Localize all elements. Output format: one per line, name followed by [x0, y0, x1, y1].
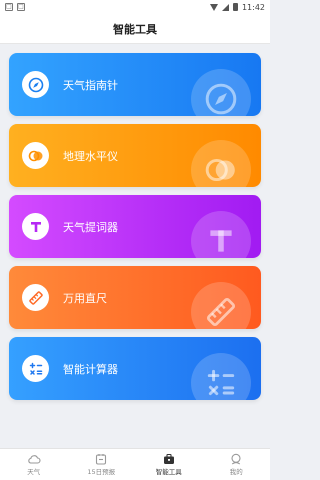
status-time: 11:42 [241, 2, 265, 12]
profile-icon [229, 453, 243, 465]
ruler-icon [22, 284, 49, 311]
tool-card-calculator[interactable]: 智能计算器 [9, 337, 261, 400]
tool-label-compass: 天气指南针 [63, 78, 118, 92]
status-bar: □ □ 11:42 [0, 0, 270, 14]
tab-smart-tools[interactable]: 智能工具 [135, 453, 202, 476]
tool-card-ruler[interactable]: 万用直尺 [9, 266, 261, 329]
signal-icon [221, 3, 229, 11]
tab-profile[interactable]: 我的 [203, 453, 270, 476]
tool-label-ruler: 万用直尺 [63, 291, 107, 305]
calendar-icon [94, 453, 108, 465]
tool-card-teleprompter[interactable]: 天气提词器 [9, 195, 261, 258]
toolbox-icon [162, 453, 176, 465]
compass-watermark-icon [191, 69, 251, 116]
calculator-watermark-icon [191, 353, 251, 400]
level-watermark-icon [191, 140, 251, 187]
bottom-tab-bar: 天气 15日预报 智能工具 我的 [0, 448, 270, 480]
tab-15day-forecast[interactable]: 15日预报 [68, 453, 135, 476]
wifi-icon [209, 3, 218, 11]
tool-label-level: 地理水平仪 [63, 149, 118, 163]
tab-label-weather: 天气 [27, 468, 41, 476]
page-header: 智能工具 [0, 14, 270, 44]
tool-label-calculator: 智能计算器 [63, 362, 118, 376]
tool-card-compass[interactable]: 天气指南针 [9, 53, 261, 116]
tool-card-level[interactable]: 地理水平仪 [9, 124, 261, 187]
tab-label-profile: 我的 [229, 468, 243, 476]
tab-label-15day: 15日预报 [87, 468, 116, 476]
calculator-icon [22, 355, 49, 382]
tab-weather[interactable]: 天气 [0, 453, 67, 476]
cloud-icon [27, 453, 41, 465]
battery-icon [232, 3, 238, 11]
teleprompter-watermark-icon [191, 211, 251, 258]
notification-icon: □ [5, 3, 13, 11]
tool-label-teleprompter: 天气提词器 [63, 220, 118, 234]
notification-icon-2: □ [17, 3, 25, 11]
tab-label-smart-tools: 智能工具 [155, 468, 182, 476]
level-icon [22, 142, 49, 169]
teleprompter-icon [22, 213, 49, 240]
compass-icon [22, 71, 49, 98]
page-title: 智能工具 [113, 22, 157, 36]
ruler-watermark-icon [191, 282, 251, 329]
